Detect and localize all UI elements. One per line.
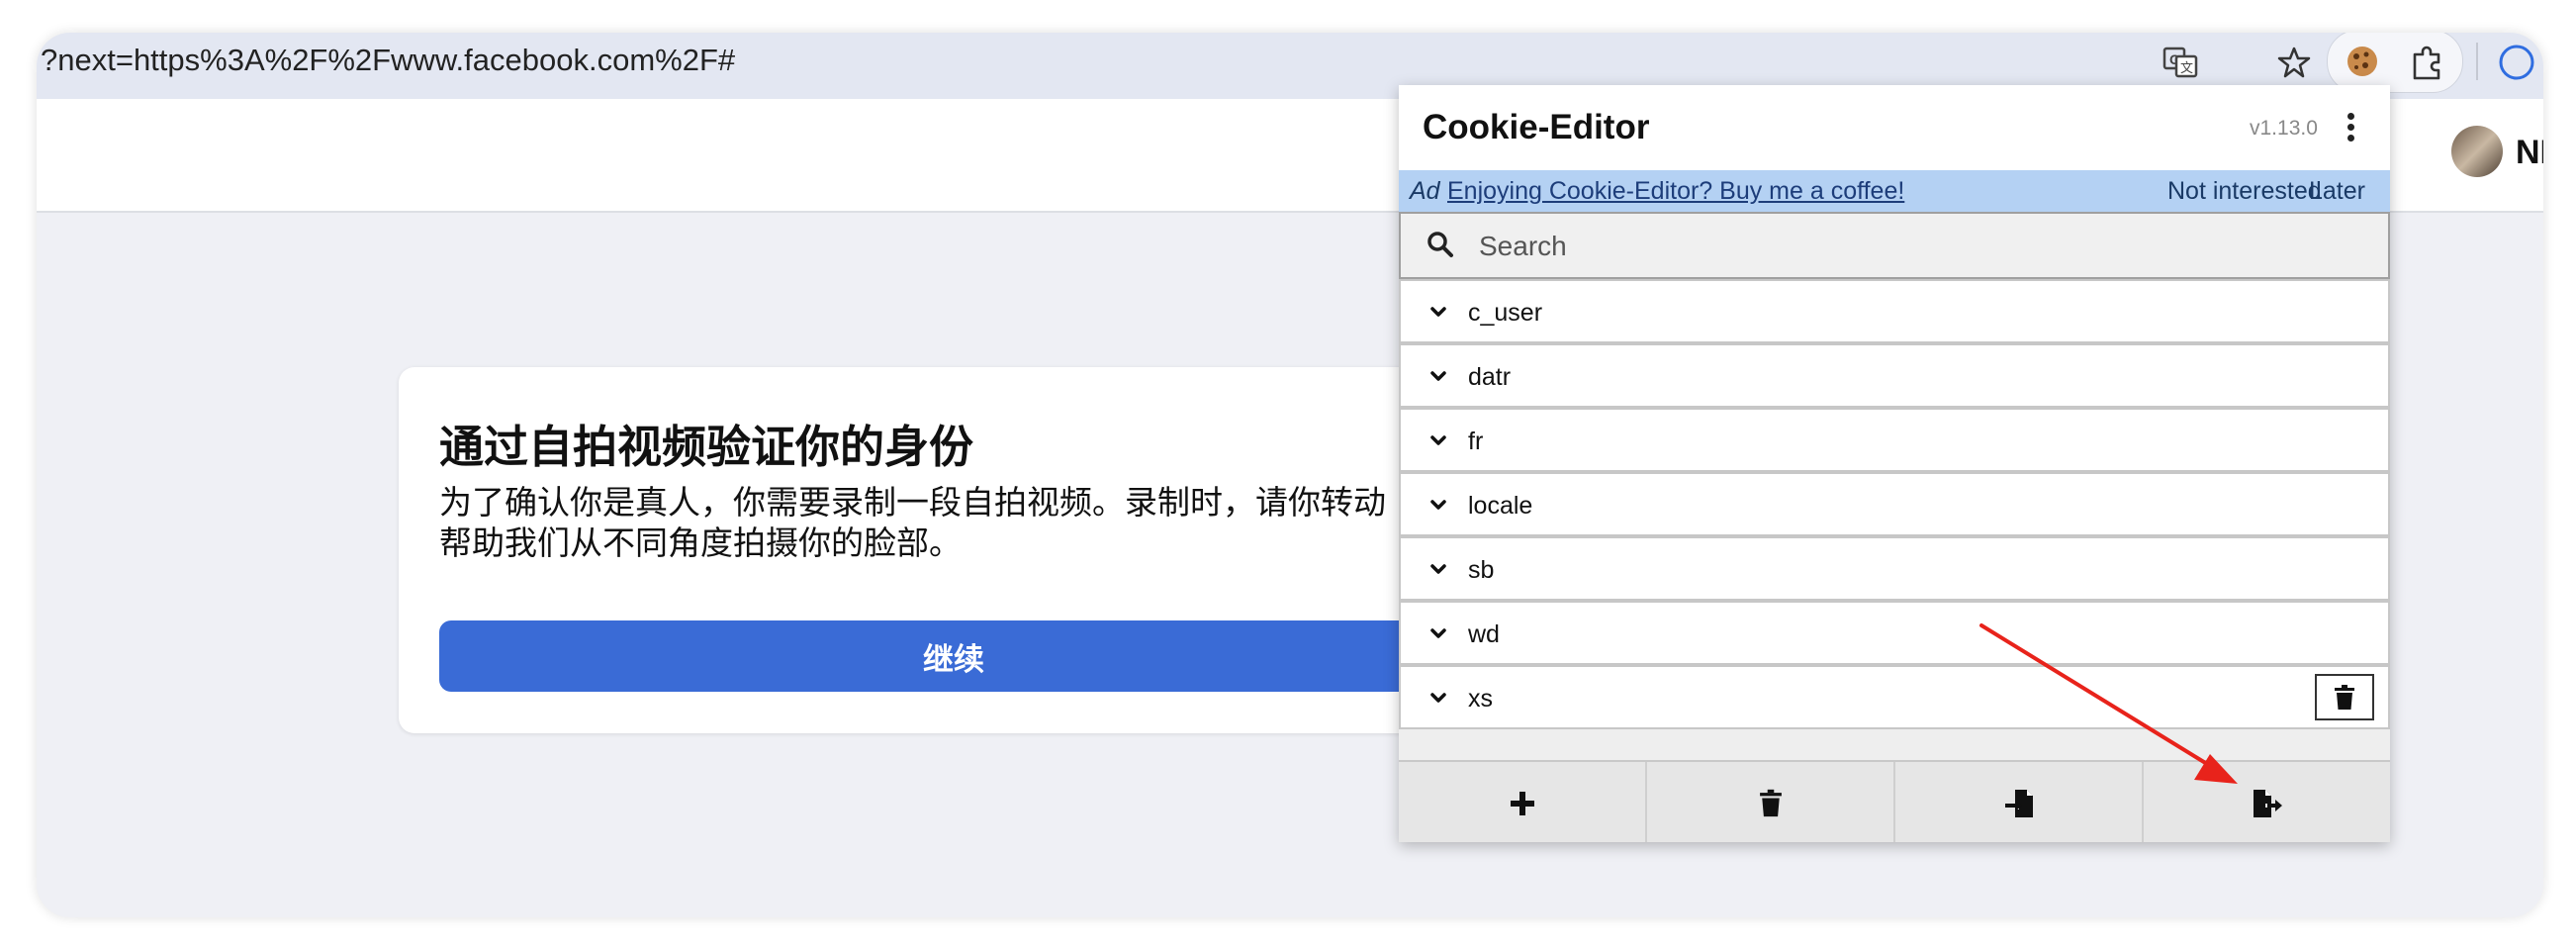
- cookie-name: c_user: [1468, 299, 1543, 327]
- ad-link[interactable]: Enjoying Cookie-Editor? Buy me a coffee!: [1447, 170, 1904, 212]
- cookie-editor-popup: Cookie-Editor v1.13.0 Ad Enjoying Cookie…: [1399, 85, 2390, 842]
- popup-title: Cookie-Editor: [1423, 108, 1650, 146]
- chevron-down-icon: [1430, 628, 1446, 638]
- export-icon: [2253, 789, 2282, 817]
- translate-icon[interactable]: G文: [2159, 41, 2202, 84]
- export-button[interactable]: [2144, 762, 2390, 842]
- search-bar: [1399, 212, 2390, 279]
- chevron-down-icon: [1430, 693, 1446, 703]
- chevron-down-icon: [1430, 564, 1446, 574]
- trash-icon: [2335, 684, 2354, 710]
- cookie-name: datr: [1468, 363, 1512, 391]
- delete-all-button[interactable]: [1647, 762, 1895, 842]
- version-label: v1.13.0: [2250, 117, 2318, 140]
- chevron-down-icon: [1430, 307, 1446, 317]
- chevron-down-icon: [1430, 435, 1446, 445]
- chevron-down-icon: [1430, 371, 1446, 381]
- cookie-row-fr[interactable]: fr: [1399, 408, 2390, 472]
- delete-all-icon: [1759, 789, 1782, 816]
- profile-icon[interactable]: [2495, 41, 2538, 84]
- cookie-row-xs[interactable]: xs: [1399, 665, 2390, 729]
- cookie-name: wd: [1468, 620, 1500, 648]
- cookie-extension-button[interactable]: [2327, 33, 2463, 93]
- bookmark-star-icon[interactable]: [2272, 41, 2316, 84]
- ad-tag: Ad: [1410, 177, 1440, 205]
- search-input[interactable]: [1477, 224, 2351, 269]
- cookie-row-sb[interactable]: sb: [1399, 536, 2390, 601]
- later-button[interactable]: Later: [2309, 170, 2365, 212]
- delete-cookie-button[interactable]: [2315, 674, 2374, 720]
- account-name: NI: [2516, 134, 2543, 171]
- add-cookie-button[interactable]: [1399, 762, 1647, 842]
- import-button[interactable]: [1895, 762, 2144, 842]
- more-options-icon[interactable]: [2342, 109, 2359, 148]
- address-bar[interactable]: ?next=https%3A%2F%2Fwww.facebook.com%2F#: [41, 36, 735, 85]
- verification-card: 通过自拍视频验证你的身份 为了确认你是真人，你需要录制一段自拍视频。录制时，请你…: [399, 367, 1527, 733]
- cookie-name: fr: [1468, 428, 1484, 455]
- popup-footer: [1399, 760, 2390, 842]
- cookie-row-c_user[interactable]: c_user: [1399, 279, 2390, 343]
- cookie-extension-icon: [2347, 47, 2377, 76]
- import-icon: [2004, 789, 2033, 817]
- avatar[interactable]: [2451, 126, 2503, 177]
- search-icon: [1427, 232, 1453, 257]
- page-title: 通过自拍视频验证你的身份: [439, 422, 974, 472]
- popup-header: Cookie-Editor v1.13.0: [1399, 85, 2390, 170]
- cookie-name: locale: [1468, 492, 1533, 520]
- cookie-row-wd[interactable]: wd: [1399, 601, 2390, 665]
- add-icon: [1510, 791, 1534, 815]
- cookie-name: xs: [1468, 685, 1493, 713]
- cookie-row-datr[interactable]: datr: [1399, 343, 2390, 408]
- cookie-name: sb: [1468, 556, 1495, 584]
- not-interested-button[interactable]: Not interested: [2167, 170, 2322, 212]
- cookie-list: c_user datr fr locale sb wd xs: [1399, 279, 2390, 729]
- extensions-puzzle-icon[interactable]: [2409, 43, 2446, 80]
- continue-button[interactable]: 继续: [439, 620, 1527, 692]
- toolbar-separator: [2476, 43, 2478, 80]
- browser-window: ?next=https%3A%2F%2Fwww.facebook.com%2F#…: [37, 33, 2543, 917]
- ad-banner: Ad Enjoying Cookie-Editor? Buy me a coff…: [1399, 170, 2390, 212]
- svg-text:文: 文: [2180, 61, 2193, 76]
- cookie-row-locale[interactable]: locale: [1399, 472, 2390, 536]
- chevron-down-icon: [1430, 500, 1446, 510]
